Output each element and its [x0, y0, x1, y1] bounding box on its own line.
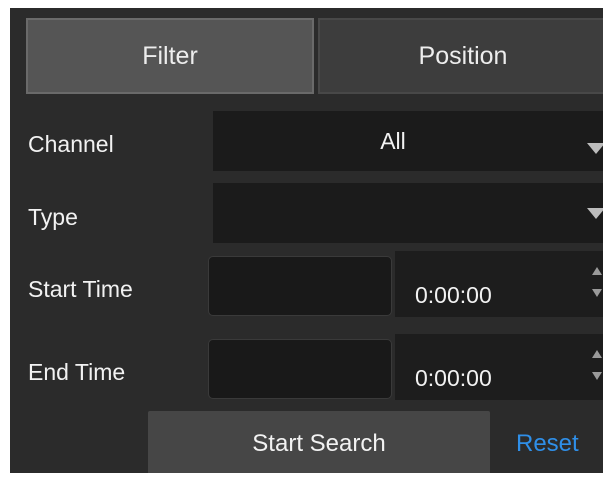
tab-filter[interactable]: Filter — [26, 18, 314, 94]
spinner-arrows-icon[interactable] — [591, 267, 603, 297]
search-panel: Filter Position Channel All Type Start T… — [10, 8, 603, 473]
tab-position[interactable]: Position — [318, 18, 603, 94]
start-date-input[interactable] — [208, 256, 392, 316]
start-search-button[interactable]: Start Search — [148, 411, 490, 473]
tab-position-label: Position — [418, 41, 508, 70]
dropdown-arrow-icon[interactable] — [587, 208, 603, 219]
end-time-value: 0:00:00 — [415, 365, 492, 391]
end-time-input[interactable]: 0:00:00 — [395, 334, 603, 400]
spinner-up-icon[interactable] — [592, 350, 602, 358]
spinner-down-icon[interactable] — [592, 289, 602, 297]
type-label: Type — [28, 204, 78, 230]
start-time-label: Start Time — [28, 276, 133, 302]
dropdown-arrow-icon[interactable] — [587, 143, 603, 154]
spinner-arrows-icon[interactable] — [591, 350, 603, 380]
reset-link[interactable]: Reset — [516, 430, 579, 458]
spinner-down-icon[interactable] — [592, 372, 602, 380]
tab-filter-label: Filter — [142, 41, 198, 70]
start-time-value: 0:00:00 — [415, 282, 492, 308]
channel-select[interactable]: All — [213, 111, 603, 171]
start-time-input[interactable]: 0:00:00 — [395, 251, 603, 317]
type-select[interactable] — [213, 183, 603, 243]
start-search-label: Start Search — [252, 430, 386, 457]
end-date-input[interactable] — [208, 339, 392, 399]
spinner-up-icon[interactable] — [592, 267, 602, 275]
channel-select-value: All — [380, 128, 406, 154]
end-time-label: End Time — [28, 359, 126, 385]
channel-label: Channel — [28, 131, 114, 157]
type-select-value — [213, 183, 573, 243]
